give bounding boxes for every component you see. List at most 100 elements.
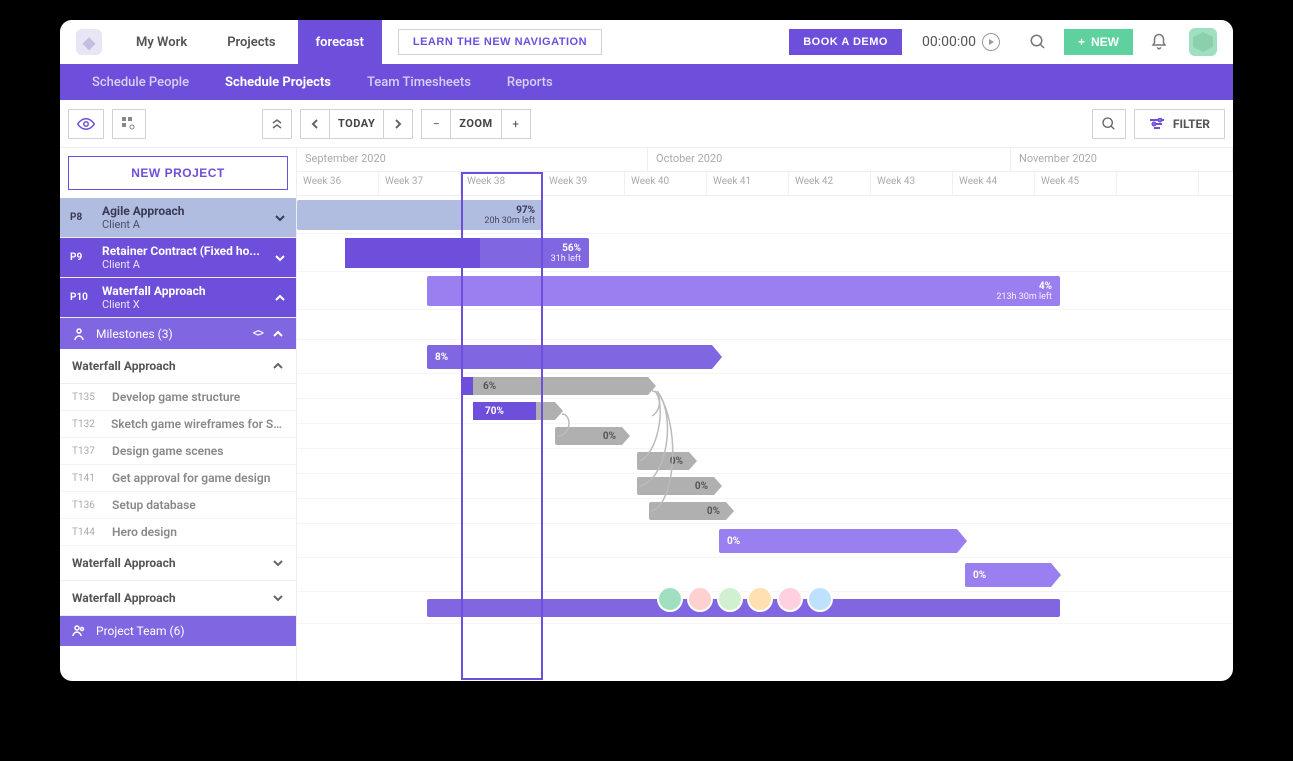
gantt-row-t132: 70%	[297, 399, 1233, 424]
avatar[interactable]	[687, 586, 713, 612]
gantt-bar-t136[interactable]: 0%	[637, 477, 722, 495]
user-avatar[interactable]	[1189, 28, 1217, 56]
task-name: Sketch game wireframes for Sp...	[111, 417, 284, 431]
sub-navbar: Schedule People Schedule Projects Team T…	[60, 64, 1233, 100]
task-id: T136	[72, 500, 102, 511]
task-row[interactable]: T136 Setup database	[60, 492, 296, 519]
timeline-search-button[interactable]	[1092, 109, 1126, 139]
project-row-p8[interactable]: P8 Agile Approach Client A	[60, 198, 296, 238]
task-id: T141	[72, 473, 102, 484]
avatar[interactable]	[807, 586, 833, 612]
project-row-p9[interactable]: P9 Retainer Contract (Fixed ho... Client…	[60, 238, 296, 278]
task-id: T135	[72, 392, 102, 403]
zoom-in-button[interactable]: +	[501, 109, 531, 139]
filter-icon	[1149, 118, 1165, 130]
bar-percent: 70%	[485, 406, 504, 417]
project-team-row[interactable]: Project Team (6)	[60, 616, 296, 646]
month-cell: November 2020	[1011, 148, 1233, 171]
subnav-schedule-people[interactable]: Schedule People	[76, 64, 205, 100]
bar-remaining: 31h left	[551, 254, 581, 264]
zoom-out-button[interactable]: −	[421, 109, 451, 139]
gantt-row-t141: 0%	[297, 449, 1233, 474]
phase-row-3[interactable]: Waterfall Approach	[60, 581, 296, 616]
plus-icon: +	[1078, 35, 1085, 49]
gantt-bar-phase2[interactable]: 0%	[719, 529, 967, 553]
project-id: P10	[70, 292, 94, 303]
nav-my-work[interactable]: My Work	[118, 20, 205, 64]
new-button[interactable]: + NEW	[1064, 29, 1133, 55]
sidebar: NEW PROJECT P8 Agile Approach Client A P…	[60, 148, 297, 681]
milestones-row[interactable]: Milestones (3) <>	[60, 318, 296, 349]
bar-percent: 0%	[707, 506, 720, 517]
bar-percent: 4%	[1039, 281, 1052, 292]
month-cell: October 2020	[648, 148, 1011, 171]
task-row[interactable]: T141Get approval for game design	[60, 465, 296, 492]
gantt-bar-t144[interactable]: 0%	[649, 502, 734, 520]
gantt-bar-t132[interactable]: 70%	[473, 402, 563, 420]
month-cell: September 2020	[297, 148, 648, 171]
nav-projects[interactable]: Projects	[209, 20, 293, 64]
team-icon	[72, 624, 86, 638]
filter-button[interactable]: FILTER	[1134, 109, 1225, 139]
chevron-up-icon	[272, 360, 284, 372]
avatar[interactable]	[717, 586, 743, 612]
visibility-toggle[interactable]	[68, 109, 104, 139]
gantt-bar-t135[interactable]: 6%	[461, 377, 656, 395]
gantt-bar-t141[interactable]: 0%	[637, 452, 697, 470]
subnav-team-timesheets[interactable]: Team Timesheets	[351, 64, 487, 100]
nav-forecast[interactable]: forecast	[298, 20, 382, 64]
timeline[interactable]: September 2020 October 2020 November 202…	[297, 148, 1233, 681]
week-cell: Week 37	[379, 172, 461, 195]
new-project-button[interactable]: NEW PROJECT	[68, 156, 288, 190]
gantt-row-team	[297, 592, 1233, 624]
layout-toggle[interactable]	[112, 109, 146, 139]
task-row[interactable]: T132Sketch game wireframes for Sp...	[60, 411, 296, 438]
week-cell: Week 36	[297, 172, 379, 195]
project-name: Agile Approach	[102, 204, 266, 218]
subnav-reports[interactable]: Reports	[491, 64, 569, 100]
toolbar: TODAY − ZOOM + FILTER	[60, 100, 1233, 148]
gantt-bar-p10[interactable]: 4% 213h 30m left	[427, 276, 1060, 306]
project-id: P8	[70, 212, 94, 223]
phase-row-2[interactable]: Waterfall Approach	[60, 546, 296, 581]
notifications-icon[interactable]	[1149, 32, 1169, 52]
gantt-bar-t137[interactable]: 0%	[555, 427, 630, 445]
gantt-row-p9: 56% 31h left	[297, 234, 1233, 272]
avatar[interactable]	[777, 586, 803, 612]
task-row[interactable]: T144Hero design	[60, 519, 296, 546]
task-row[interactable]: T137Design game scenes	[60, 438, 296, 465]
project-client: Client X	[102, 298, 266, 311]
gantt-bar-phase3[interactable]: 0%	[965, 563, 1061, 587]
avatar[interactable]	[657, 586, 683, 612]
gantt-row-t135: 6%	[297, 374, 1233, 399]
gantt-bar-p8[interactable]: 97% 20h 30m left	[297, 200, 543, 230]
phase-label: Waterfall Approach	[72, 591, 176, 605]
search-icon[interactable]	[1028, 32, 1048, 52]
phase-row-1[interactable]: Waterfall Approach	[60, 349, 296, 384]
subnav-schedule-projects[interactable]: Schedule Projects	[209, 64, 347, 100]
gantt-row-t144: 0%	[297, 499, 1233, 524]
chevron-down-icon	[274, 252, 286, 264]
avatar[interactable]	[747, 586, 773, 612]
next-period-button[interactable]	[383, 109, 413, 139]
chevron-up-icon	[274, 292, 286, 304]
bar-remaining: 20h 30m left	[484, 216, 535, 226]
today-button[interactable]: TODAY	[329, 109, 384, 139]
learn-navigation-button[interactable]: LEARN THE NEW NAVIGATION	[398, 29, 602, 55]
gantt-bar-p9[interactable]: 56% 31h left	[345, 238, 589, 268]
team-avatars	[657, 586, 833, 612]
collapse-all-button[interactable]	[262, 109, 292, 139]
week-header: Week 36 Week 37 Week 38 Week 39 Week 40 …	[297, 172, 1233, 196]
gantt-row-p10: 4% 213h 30m left	[297, 272, 1233, 310]
gantt-row-p8: 97% 20h 30m left	[297, 196, 1233, 234]
bar-percent: 0%	[603, 431, 616, 442]
prev-period-button[interactable]	[300, 109, 330, 139]
timer-play-icon[interactable]	[982, 33, 1000, 51]
project-row-p10[interactable]: P10 Waterfall Approach Client X	[60, 278, 296, 318]
task-row[interactable]: T135Develop game structure	[60, 384, 296, 411]
new-button-label: NEW	[1091, 35, 1119, 49]
gantt-bar-phase1[interactable]: 8%	[427, 345, 722, 369]
book-demo-button[interactable]: BOOK A DEMO	[789, 29, 902, 55]
app-logo: ◆	[76, 29, 102, 55]
task-name: Setup database	[112, 498, 196, 512]
